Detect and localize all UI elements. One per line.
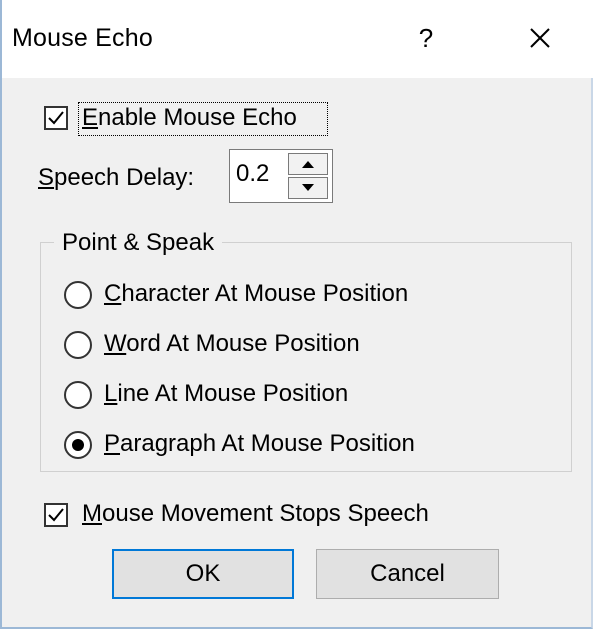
mouse-echo-dialog: Mouse Echo ? Enable Mouse Echo Speech De… — [0, 0, 593, 629]
group-legend: Point & Speak — [54, 229, 223, 257]
radio-word[interactable] — [64, 331, 92, 359]
radio-character[interactable] — [64, 281, 92, 309]
dialog-title: Mouse Echo — [12, 24, 153, 52]
close-button[interactable] — [518, 18, 562, 58]
speech-delay-label: Speech Delay: — [38, 164, 195, 191]
spin-down-button[interactable] — [288, 177, 328, 199]
radio-line[interactable] — [64, 381, 92, 409]
speech-delay-spinner[interactable]: 0.2 — [229, 149, 333, 203]
radio-paragraph-label[interactable]: Paragraph At Mouse Position — [104, 430, 415, 458]
movement-stops-speech-checkbox[interactable] — [44, 503, 68, 527]
radio-paragraph[interactable] — [64, 431, 92, 459]
title-bar: Mouse Echo ? — [2, 0, 593, 78]
spin-up-button[interactable] — [288, 153, 328, 175]
arrow-down-icon — [302, 184, 314, 191]
radio-character-label[interactable]: Character At Mouse Position — [104, 280, 408, 308]
ok-button[interactable]: OK — [112, 549, 294, 599]
checkmark-icon — [48, 508, 64, 522]
enable-mouse-echo-label[interactable]: Enable Mouse Echo — [82, 104, 297, 132]
close-icon — [530, 28, 550, 48]
enable-mouse-echo-checkbox[interactable] — [44, 106, 68, 130]
checkmark-icon — [48, 111, 64, 125]
cancel-button[interactable]: Cancel — [316, 549, 499, 599]
speech-delay-value[interactable]: 0.2 — [236, 160, 269, 188]
movement-stops-speech-label[interactable]: Mouse Movement Stops Speech — [82, 500, 429, 528]
arrow-up-icon — [302, 161, 314, 168]
help-button[interactable]: ? — [406, 18, 446, 58]
radio-word-label[interactable]: Word At Mouse Position — [104, 330, 360, 358]
radio-line-label[interactable]: Line At Mouse Position — [104, 380, 348, 408]
radio-selected-dot — [72, 439, 84, 451]
